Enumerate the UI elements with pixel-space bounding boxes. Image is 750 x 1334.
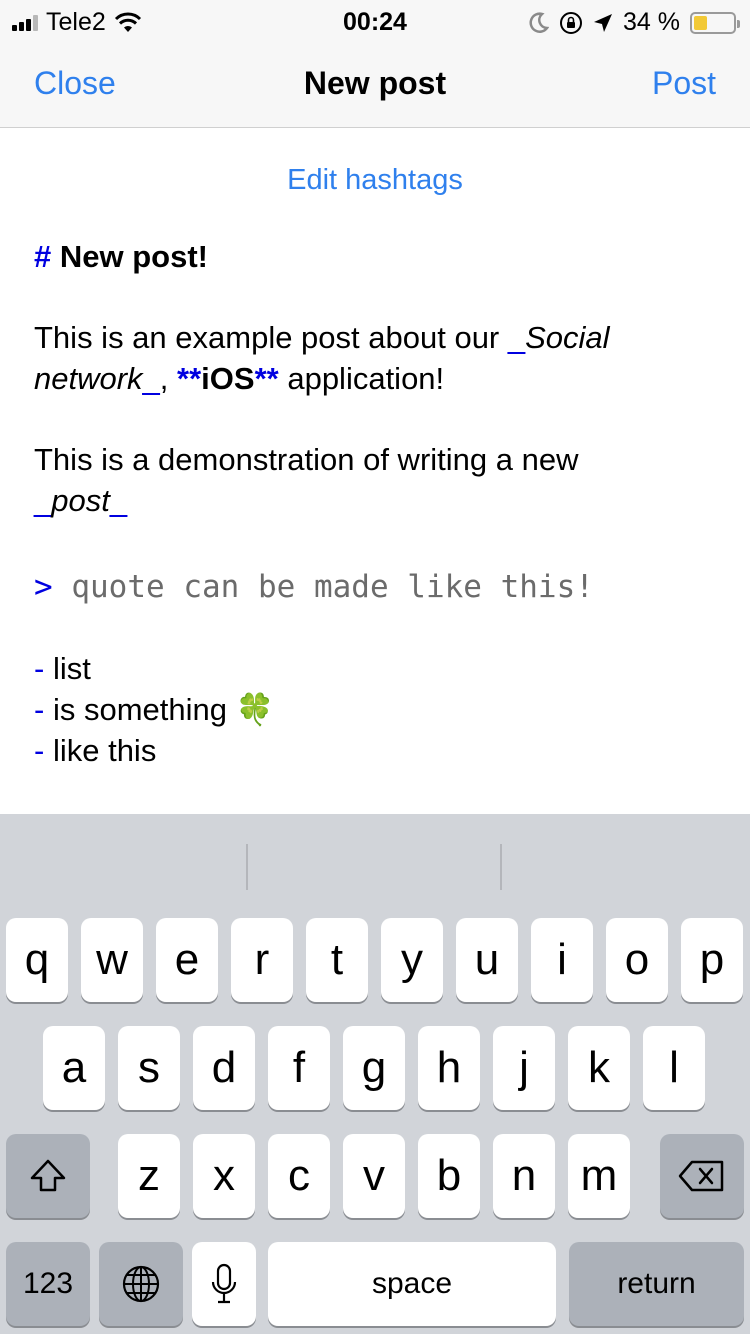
- key-d[interactable]: d: [193, 1026, 255, 1110]
- post-heading: # New post!: [34, 236, 724, 277]
- paragraph-2-text: This is a demonstration of writing a new: [34, 442, 579, 477]
- italic-marker: _: [34, 483, 52, 518]
- key-h[interactable]: h: [418, 1026, 480, 1110]
- key-e[interactable]: e: [156, 918, 218, 1002]
- edit-hashtags-button[interactable]: Edit hashtags: [0, 164, 750, 197]
- bold-marker: **: [254, 361, 279, 396]
- key-v[interactable]: v: [343, 1134, 405, 1218]
- quote-marker: >: [34, 569, 53, 605]
- moon-icon: [529, 11, 550, 33]
- key-k[interactable]: k: [568, 1026, 630, 1110]
- key-a[interactable]: a: [43, 1026, 105, 1110]
- paragraph-1: This is an example post about our _Socia…: [34, 317, 724, 399]
- bold-text: iOS: [201, 361, 255, 396]
- space-key[interactable]: space: [268, 1242, 556, 1326]
- italic-text: Social: [525, 320, 610, 355]
- navigation-bar: Close New post Post: [0, 40, 750, 128]
- bullet-list: - list - is something 🍀 - like this: [34, 648, 724, 771]
- quote-text: quote can be made like this!: [71, 569, 594, 605]
- key-n[interactable]: n: [493, 1134, 555, 1218]
- key-c[interactable]: c: [268, 1134, 330, 1218]
- battery-icon: [690, 11, 740, 34]
- bold-marker: **: [177, 361, 202, 396]
- italic-marker: _: [109, 483, 128, 518]
- key-b[interactable]: b: [418, 1134, 480, 1218]
- comma-text: ,: [159, 361, 178, 396]
- numbers-key[interactable]: 123: [6, 1242, 90, 1326]
- paragraph-1-text: This is an example post about our: [34, 320, 508, 355]
- keyboard: q w e r t y u i o p a s d f g h j k l z …: [0, 814, 750, 1334]
- key-p[interactable]: p: [681, 918, 743, 1002]
- status-right: 34 %: [529, 8, 740, 37]
- key-f[interactable]: f: [268, 1026, 330, 1110]
- post-editor[interactable]: # New post! This is an example post abou…: [34, 236, 724, 771]
- globe-icon: [122, 1265, 160, 1303]
- key-j[interactable]: j: [493, 1026, 555, 1110]
- key-m[interactable]: m: [568, 1134, 630, 1218]
- paragraph-1-end: application!: [278, 361, 445, 396]
- rotation-lock-icon: [560, 11, 583, 34]
- return-key[interactable]: return: [569, 1242, 744, 1326]
- key-y[interactable]: y: [381, 918, 443, 1002]
- battery-fill: [694, 15, 707, 30]
- location-icon: [594, 13, 613, 32]
- page-title: New post: [303, 65, 447, 101]
- list-item-text: is something 🍀: [52, 692, 275, 727]
- list-marker: -: [34, 692, 45, 727]
- list-marker: -: [34, 651, 45, 686]
- key-l[interactable]: l: [643, 1026, 705, 1110]
- paragraph-2: This is a demonstration of writing a new…: [34, 439, 724, 521]
- dictation-key[interactable]: [192, 1242, 256, 1326]
- key-o[interactable]: o: [606, 918, 668, 1002]
- list-item-text: list: [52, 651, 91, 686]
- heading-marker: #: [34, 239, 52, 274]
- key-t[interactable]: t: [306, 918, 368, 1002]
- key-g[interactable]: g: [343, 1026, 405, 1110]
- italic-text: post: [51, 483, 110, 518]
- prediction-bar: [0, 814, 750, 902]
- list-item: - list: [34, 648, 724, 689]
- key-s[interactable]: s: [118, 1026, 180, 1110]
- key-x[interactable]: x: [193, 1134, 255, 1218]
- key-r[interactable]: r: [231, 918, 293, 1002]
- italic-marker: _: [142, 361, 160, 396]
- key-q[interactable]: q: [6, 918, 68, 1002]
- shift-icon: [30, 1159, 66, 1192]
- key-u[interactable]: u: [456, 918, 518, 1002]
- key-i[interactable]: i: [531, 918, 593, 1002]
- key-w[interactable]: w: [81, 918, 143, 1002]
- heading-text: New post!: [59, 239, 208, 274]
- quote-line: > quote can be made like this!: [34, 567, 724, 608]
- delete-key[interactable]: [660, 1134, 744, 1218]
- list-marker: -: [34, 733, 45, 768]
- battery-percent: 34 %: [623, 8, 680, 36]
- list-item: - like this: [34, 730, 724, 771]
- post-button[interactable]: Post: [652, 65, 716, 102]
- italic-marker: _: [507, 320, 526, 355]
- list-item: - is something 🍀: [34, 689, 724, 730]
- globe-key[interactable]: [99, 1242, 183, 1326]
- microphone-icon: [211, 1263, 237, 1304]
- italic-text: network: [34, 361, 143, 396]
- backspace-icon: [678, 1160, 724, 1192]
- status-bar: Tele2 00:24 34 %: [0, 0, 750, 40]
- list-item-text: like this: [52, 733, 157, 768]
- key-z[interactable]: z: [118, 1134, 180, 1218]
- shift-key[interactable]: [6, 1134, 90, 1218]
